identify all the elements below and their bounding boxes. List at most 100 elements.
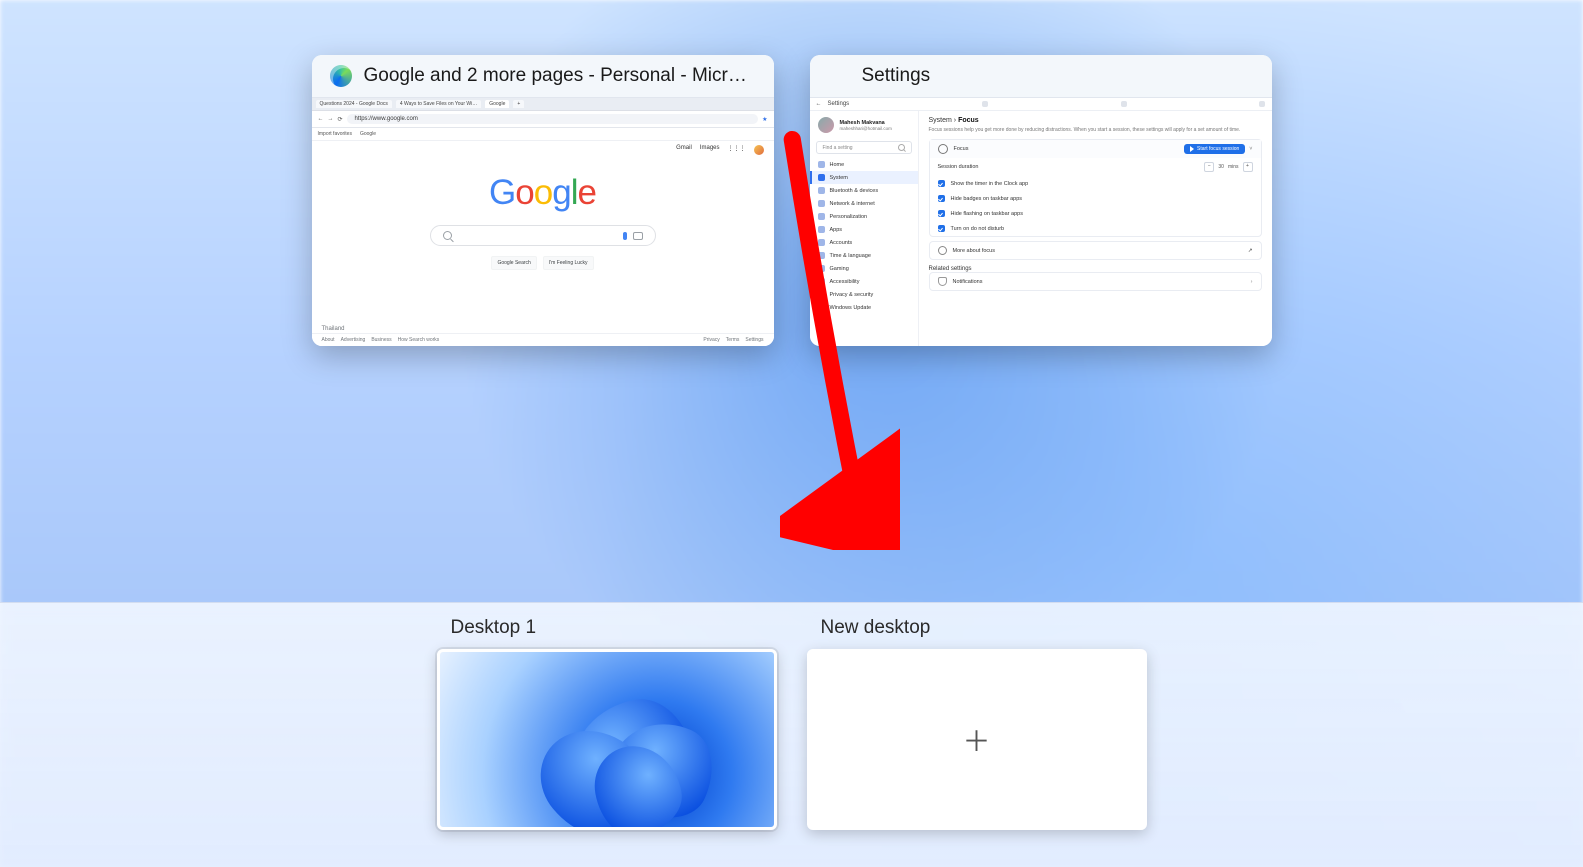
minus-icon: −	[1204, 162, 1214, 172]
sidebar-item-privacy: Privacy & security	[810, 288, 918, 301]
browser-tab: 4 Ways to Save Files on Your Wi…	[396, 100, 481, 108]
window-preview: Questions 2024 - Google Docs 4 Ways to S…	[312, 97, 774, 346]
apps-icon	[818, 226, 825, 233]
edge-icon	[330, 65, 352, 87]
system-icon	[818, 174, 825, 181]
option-row: Hide badges on taskbar apps	[930, 191, 1261, 206]
browser-tab-strip: Questions 2024 - Google Docs 4 Ways to S…	[312, 98, 774, 111]
app-name: Settings	[828, 101, 850, 107]
bookmark-item: Google	[360, 131, 376, 137]
update-icon	[818, 304, 825, 311]
user-profile: Mahesh Makvana maheshhari@hotmail.com	[810, 111, 918, 139]
sidebar-item-network: Network & internet	[810, 197, 918, 210]
network-icon	[818, 200, 825, 207]
task-view-window-thumbnails: Google and 2 more pages - Personal - Mic…	[0, 55, 1583, 346]
plus-icon: +	[1243, 162, 1253, 172]
option-row: Turn on do not disturb	[930, 221, 1261, 236]
time-icon	[818, 252, 825, 259]
browser-tab: Google	[485, 100, 509, 108]
window-thumbnail-settings[interactable]: Settings ← Settings Mahesh Makvana mahes…	[810, 55, 1272, 346]
related-item-row: Notifications ›	[930, 273, 1261, 290]
more-about-focus-row: More about focus ↗	[930, 242, 1261, 259]
window-thumbnail-edge[interactable]: Google and 2 more pages - Personal - Mic…	[312, 55, 774, 346]
virtual-desktops-tray: Desktop 1 New desktop ＋	[0, 602, 1583, 867]
window-preview: ← Settings Mahesh Makvana maheshhari@hot…	[810, 97, 1272, 346]
focus-header-row: Focus Start focus session ˅	[930, 140, 1261, 158]
bluetooth-icon	[818, 187, 825, 194]
google-logo: Google	[312, 173, 774, 213]
user-email: maheshhari@hotmail.com	[840, 126, 892, 131]
apps-icon: ⋮⋮⋮	[728, 145, 746, 155]
desktop-thumbnail-1[interactable]: Desktop 1	[437, 617, 777, 830]
option-row: Hide flashing on taskbar apps	[930, 206, 1261, 221]
sidebar-item-home: Home	[810, 158, 918, 171]
sidebar-item-apps: Apps	[810, 223, 918, 236]
accounts-icon	[818, 239, 825, 246]
settings-sidebar: Mahesh Makvana maheshhari@hotmail.com Fi…	[810, 111, 919, 346]
checkbox-icon	[938, 180, 945, 187]
home-icon	[818, 161, 825, 168]
sidebar-item-personalization: Personalization	[810, 210, 918, 223]
chevron-right-icon: ›	[1251, 279, 1253, 285]
user-name: Mahesh Makvana	[840, 120, 892, 126]
focus-label: Focus	[954, 146, 969, 152]
feeling-lucky-button: I'm Feeling Lucky	[543, 256, 594, 270]
avatar	[754, 145, 764, 155]
search-icon	[898, 144, 905, 151]
sidebar-item-update: Windows Update	[810, 301, 918, 314]
back-icon: ←	[816, 101, 822, 107]
minimize-icon	[982, 101, 988, 107]
google-location: Thailand	[322, 326, 345, 332]
sidebar-item-accounts: Accounts	[810, 236, 918, 249]
chevron-down-icon: ˅	[1249, 146, 1252, 152]
header-link: Images	[700, 145, 720, 155]
google-search-input	[430, 225, 656, 246]
google-header: Gmail Images ⋮⋮⋮	[312, 141, 774, 159]
window-title: Google and 2 more pages - Personal - Mic…	[364, 65, 756, 87]
sidebar-item-gaming: Gaming	[810, 262, 918, 275]
google-footer: About Advertising Business How Search wo…	[312, 333, 774, 346]
browser-tab: Questions 2024 - Google Docs	[316, 100, 392, 108]
browser-toolbar: ← → ⟳ https://www.google.com ★	[312, 111, 774, 128]
info-icon	[938, 246, 947, 255]
maximize-icon	[1121, 101, 1127, 107]
plus-icon: ＋	[962, 720, 990, 760]
search-icon	[443, 231, 452, 240]
desktop-label: New desktop	[821, 617, 1147, 639]
session-duration-row: Session duration − 30 mins +	[930, 158, 1261, 176]
header-link: Gmail	[676, 145, 692, 155]
selection-indicator	[587, 827, 627, 830]
focus-icon	[938, 144, 948, 154]
avatar	[818, 117, 834, 133]
desktop-label: Desktop 1	[451, 617, 777, 639]
google-buttons: Google Search I'm Feeling Lucky	[312, 256, 774, 270]
page-description: Focus sessions help you get more done by…	[929, 127, 1262, 133]
new-desktop-button[interactable]: New desktop ＋	[807, 617, 1147, 830]
bookmarks-bar: Import favorites Google	[312, 128, 774, 141]
bell-icon	[938, 277, 947, 286]
gaming-icon	[818, 265, 825, 272]
new-tab-button: +	[513, 100, 524, 108]
google-search-button: Google Search	[491, 256, 536, 270]
window-titlebar: Google and 2 more pages - Personal - Mic…	[312, 55, 774, 97]
privacy-icon	[818, 291, 825, 298]
camera-icon	[633, 232, 643, 240]
breadcrumb: System › Focus	[929, 117, 1262, 124]
checkbox-icon	[938, 195, 945, 202]
sidebar-item-bluetooth: Bluetooth & devices	[810, 184, 918, 197]
window-titlebar: Settings	[810, 55, 1272, 97]
checkbox-icon	[938, 210, 945, 217]
start-focus-button: Start focus session	[1184, 144, 1245, 154]
new-desktop-preview: ＋	[807, 649, 1147, 830]
desktop-preview	[437, 649, 777, 830]
bookmark-item: Import favorites	[318, 131, 352, 137]
settings-main: System › Focus Focus sessions help you g…	[919, 111, 1272, 346]
sidebar-item-accessibility: Accessibility	[810, 275, 918, 288]
settings-title-row: ← Settings	[810, 98, 1272, 111]
personalization-icon	[818, 213, 825, 220]
option-row: Show the timer in the Clock app	[930, 176, 1261, 191]
address-bar: https://www.google.com	[347, 114, 759, 124]
window-title: Settings	[862, 65, 1254, 87]
settings-search: Find a setting	[816, 141, 912, 154]
close-icon	[1259, 101, 1265, 107]
